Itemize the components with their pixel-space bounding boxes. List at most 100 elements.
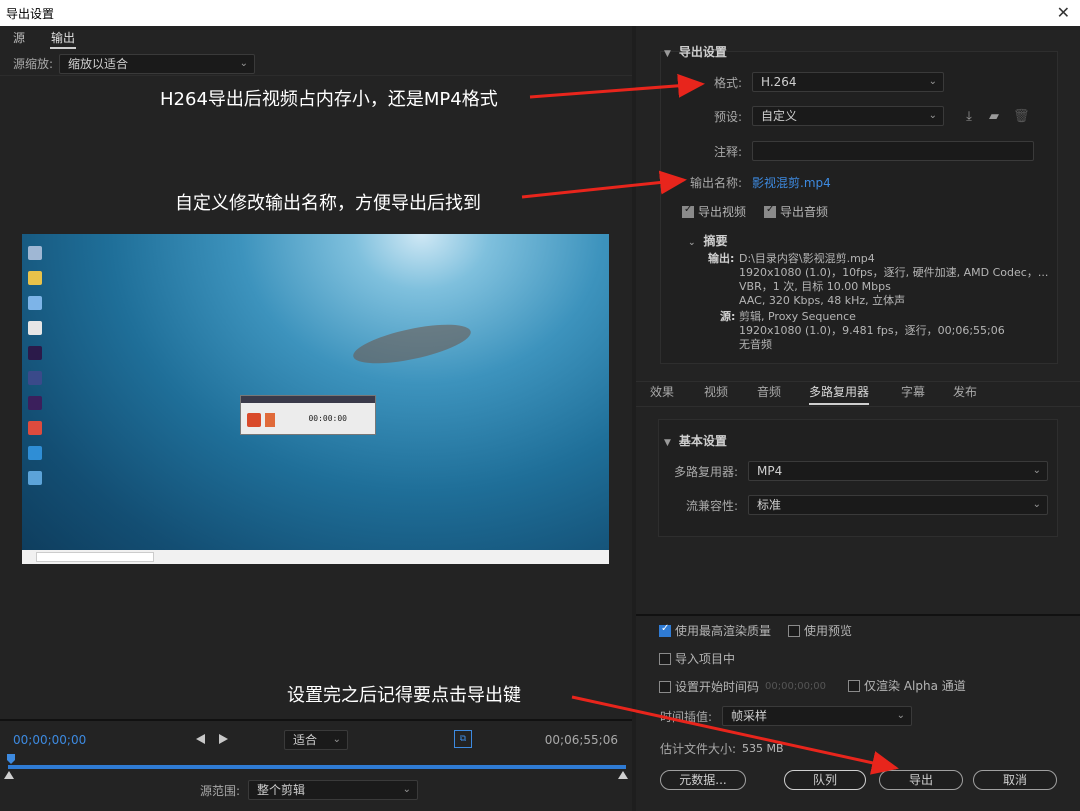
- preset-label: 预设:: [713, 109, 742, 124]
- chevron-down-icon: ⌄: [332, 734, 341, 745]
- est-size-label: 估计文件大小:: [660, 742, 737, 756]
- interp-row: 时间插值: 帧采样 ⌄: [660, 706, 913, 726]
- tab-output[interactable]: 输出: [38, 26, 88, 50]
- desktop-icons: [26, 238, 48, 496]
- import-project-checkbox[interactable]: [659, 652, 671, 665]
- metadata-button[interactable]: 元数据...: [660, 770, 746, 790]
- playhead-handle[interactable]: [7, 754, 15, 764]
- import-project-label: 导入项目中: [675, 652, 736, 666]
- source-range-dropdown[interactable]: 整个剪辑 ⌄: [248, 780, 419, 800]
- format-dropdown[interactable]: H.264 ⌄: [752, 72, 944, 92]
- tab-multiplexer[interactable]: 多路复用器: [809, 383, 870, 405]
- chevron-down-icon: ▼: [664, 438, 671, 448]
- max-quality-option[interactable]: 使用最高渲染质量: [659, 622, 771, 639]
- mux-dropdown[interactable]: MP4 ⌄: [748, 461, 1048, 481]
- export-button[interactable]: 导出: [879, 770, 963, 790]
- summary-line: 1920x1080 (1.0)，9.481 fps，逐行，00;06;55;06: [739, 324, 1005, 337]
- video-preview: 00:00:00: [22, 234, 609, 564]
- interp-label: 时间插值:: [660, 709, 713, 724]
- interp-dropdown[interactable]: 帧采样 ⌄: [722, 706, 913, 726]
- max-quality-checkbox[interactable]: [659, 623, 671, 637]
- alpha-only-option[interactable]: 仅渲染 Alpha 通道: [848, 677, 966, 694]
- export-audio-checkbox[interactable]: [764, 204, 776, 218]
- import-project-option[interactable]: 导入项目中: [659, 650, 735, 667]
- preview-search-box: [36, 552, 154, 562]
- tab-video[interactable]: 视频: [704, 383, 728, 400]
- est-size-row: 估计文件大小: 535 MB: [660, 740, 784, 757]
- source-scale-label: 源缩放:: [13, 57, 54, 71]
- annotation-format: H264导出后视频占内存小，还是MP4格式: [160, 89, 498, 110]
- mark-in-icon[interactable]: [196, 734, 205, 744]
- mux-row: 多路复用器: MP4 ⌄: [666, 461, 1048, 481]
- export-settings-title: 导出设置: [678, 45, 727, 59]
- queue-button[interactable]: 队列: [784, 770, 866, 790]
- comment-input[interactable]: [752, 141, 1034, 161]
- output-name-row: 输出名称: 影视混剪.mp4: [688, 174, 831, 191]
- out-point-handle[interactable]: [618, 771, 628, 779]
- export-video-option[interactable]: 导出视频: [682, 203, 746, 220]
- fit-dropdown[interactable]: 适合 ⌄: [284, 730, 348, 750]
- preview-tabs: 源 输出: [0, 26, 632, 50]
- export-audio-option[interactable]: 导出音频: [764, 203, 828, 220]
- settings-panel: ▼ 导出设置 格式: H.264 ⌄ 预设: 自定义 ⌄ ⤓ ▰ 🗑 注释: 输出…: [636, 26, 1080, 811]
- preset-dropdown[interactable]: 自定义 ⌄: [752, 106, 944, 126]
- divider: [636, 614, 1080, 616]
- export-audio-label: 导出音频: [780, 205, 829, 219]
- annotation-output-name: 自定义修改输出名称，方便导出后找到: [175, 193, 481, 214]
- chevron-down-icon: ⌄: [1032, 499, 1041, 510]
- export-settings-heading[interactable]: ▼ 导出设置: [664, 43, 727, 60]
- annotation-export: 设置完之后记得要点击导出键: [287, 685, 521, 706]
- export-video-checkbox[interactable]: [682, 204, 694, 218]
- tab-publish[interactable]: 发布: [953, 383, 977, 400]
- in-point-handle[interactable]: [4, 771, 14, 779]
- tab-effects[interactable]: 效果: [650, 383, 674, 400]
- chevron-down-icon: ⌄: [688, 238, 696, 248]
- summary-line: D:\目录内容\影视混剪.mp4: [739, 252, 875, 265]
- preview-diver: [350, 316, 474, 372]
- alpha-only-label: 仅渲染 Alpha 通道: [864, 679, 966, 693]
- tab-captions[interactable]: 字幕: [901, 383, 925, 400]
- crop-icon[interactable]: ⧉: [454, 730, 472, 748]
- close-icon[interactable]: ✕: [1057, 3, 1070, 22]
- delete-preset-icon[interactable]: 🗑: [1013, 110, 1030, 124]
- export-video-label: 导出视频: [698, 205, 747, 219]
- mark-out-icon[interactable]: [219, 734, 228, 744]
- set-start-tc-label: 设置开始时间码: [675, 680, 760, 694]
- fit-value: 适合: [293, 733, 318, 747]
- chevron-down-icon: ⌄: [928, 76, 937, 87]
- alpha-only-checkbox[interactable]: [848, 679, 860, 692]
- recorder-time: 00:00:00: [308, 414, 347, 423]
- summary-heading[interactable]: ⌄ 摘要: [688, 232, 728, 249]
- format-row: 格式: H.264 ⌄: [696, 72, 944, 92]
- timeline-track[interactable]: [8, 765, 626, 769]
- summary-line: 1920x1080 (1.0)，10fps，逐行, 硬件加速, AMD Code…: [739, 266, 1049, 279]
- basic-settings-heading[interactable]: ▼ 基本设置: [664, 432, 727, 449]
- tab-audio[interactable]: 音频: [757, 383, 781, 400]
- set-start-tc-checkbox[interactable]: [659, 680, 671, 693]
- compat-dropdown[interactable]: 标准 ⌄: [748, 495, 1048, 515]
- start-timecode[interactable]: 00;00;00;00: [13, 733, 86, 747]
- cancel-button[interactable]: 取消: [973, 770, 1057, 790]
- source-scale-dropdown[interactable]: 缩放以适合 ⌄: [59, 53, 256, 74]
- set-start-tc-option[interactable]: 设置开始时间码 00;00;00;00: [659, 678, 826, 695]
- compat-row: 流兼容性: 标准 ⌄: [666, 495, 1048, 515]
- use-preview-option[interactable]: 使用预览: [788, 622, 852, 639]
- output-name-link[interactable]: 影视混剪.mp4: [752, 174, 831, 191]
- comment-row: 注释:: [696, 141, 1034, 161]
- mux-value: MP4: [757, 464, 783, 478]
- summary-line: 无音频: [739, 338, 772, 351]
- chevron-down-icon: ⌄: [928, 110, 937, 121]
- chevron-down-icon: ⌄: [1032, 465, 1041, 476]
- tab-source[interactable]: 源: [0, 26, 38, 50]
- source-scale-row: 源缩放: 缩放以适合 ⌄: [0, 52, 632, 76]
- end-timecode: 00;06;55;06: [544, 733, 618, 747]
- save-preset-icon[interactable]: ⤓: [962, 110, 976, 124]
- compat-value: 标准: [757, 498, 782, 512]
- import-preset-icon[interactable]: ▰: [987, 110, 1001, 124]
- desktop-icon: [28, 321, 42, 335]
- chevron-down-icon: ⌄: [239, 57, 249, 69]
- use-preview-checkbox[interactable]: [788, 624, 800, 637]
- timeline: 00;00;00;00 适合 ⌄ ⧉ 00;06;55;06 源范围: 整个剪辑…: [0, 719, 632, 811]
- summary-line: 剪辑, Proxy Sequence: [739, 310, 856, 323]
- preset-value: 自定义: [761, 109, 798, 123]
